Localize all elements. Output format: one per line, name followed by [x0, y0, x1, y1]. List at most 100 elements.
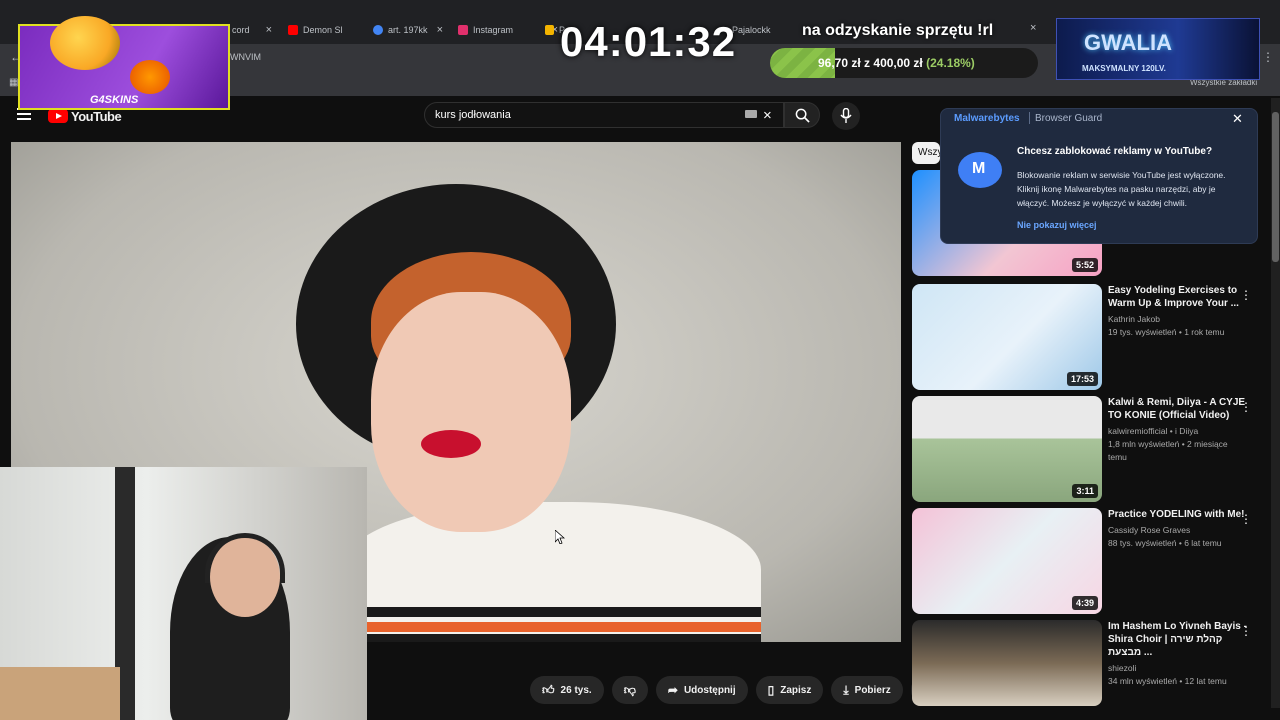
- more-vertical-icon[interactable]: ⋮: [1240, 624, 1252, 638]
- video-frame-stripe: [341, 607, 761, 617]
- tab-label: cord: [232, 25, 250, 35]
- tab-label: Instagram: [473, 25, 514, 35]
- browser-tab[interactable]: Pajalockk: [732, 20, 792, 40]
- video-thumbnail[interactable]: 17:53: [912, 284, 1102, 390]
- keyboard-icon[interactable]: [745, 110, 757, 118]
- recommendation-card[interactable]: 3:11 Kalwi & Remi, Diiya - A CYJE TO KON…: [912, 396, 1272, 502]
- tab-favicon-icon: [545, 25, 554, 35]
- microphone-icon: [840, 108, 852, 123]
- goal-percent: (24.18%): [926, 56, 975, 70]
- more-vertical-icon[interactable]: ⋮: [1262, 50, 1274, 64]
- scrollbar-thumb[interactable]: [1272, 112, 1279, 262]
- sponsor-logo: G4SKINS: [90, 94, 139, 106]
- webcam-desk: [0, 667, 120, 720]
- video-stats: 34 mln wyświetleń • 12 lat temu: [1108, 676, 1227, 686]
- download-label: Pobierz: [854, 684, 891, 696]
- donation-goal-text: 96,70 zł z 400,00 zł (24.18%): [818, 56, 975, 70]
- share-button[interactable]: ➦ Udostępnij: [655, 676, 748, 704]
- search-button[interactable]: [784, 102, 820, 128]
- video-meta: Kalwi & Remi, Diiya - A CYJE TO KONIE (O…: [1108, 396, 1248, 464]
- recommendation-card[interactable]: 4:39 Practice YODELING with Me! Cassidy …: [912, 508, 1272, 614]
- video-title[interactable]: Im Hashem Lo Yivneh Bayis - Shira Choir …: [1108, 620, 1248, 659]
- video-frame-stripe: [341, 634, 761, 642]
- thumbs-up-icon: 👍︎: [542, 682, 555, 697]
- video-frame-lips: [421, 430, 481, 458]
- google-favicon-icon: [373, 25, 383, 35]
- browser-tab[interactable]: art. 197kk: [373, 20, 445, 40]
- more-vertical-icon[interactable]: ⋮: [1240, 400, 1252, 414]
- video-thumbnail[interactable]: 3:11: [912, 396, 1102, 502]
- channel-name[interactable]: Kathrin Jakob: [1108, 313, 1248, 326]
- channel-name[interactable]: kalwiremiofficial • i Diiya: [1108, 425, 1248, 438]
- video-duration: 17:53: [1066, 372, 1098, 386]
- save-button[interactable]: ▯ Zapisz: [755, 676, 824, 704]
- tab-label: art. 197kk: [388, 25, 428, 35]
- video-frame-stripe: [341, 622, 761, 632]
- video-duration: 4:39: [1071, 596, 1098, 610]
- video-title[interactable]: Practice YODELING with Me!: [1108, 508, 1248, 521]
- more-vertical-icon[interactable]: ⋮: [1240, 512, 1252, 526]
- voice-search-button[interactable]: [832, 102, 860, 130]
- video-frame-face: [371, 292, 571, 532]
- tab-label: Pajalockk: [732, 25, 771, 35]
- video-thumbnail[interactable]: [912, 620, 1102, 706]
- donation-goal-title: na odzyskanie sprzętu !rl: [802, 22, 994, 39]
- malwarebytes-shield-icon: M: [958, 152, 1002, 188]
- search-icon: [795, 108, 810, 123]
- browser-tab[interactable]: Instagram ×: [458, 20, 558, 40]
- download-icon: ⤓: [843, 682, 849, 697]
- video-meta: Practice YODELING with Me! Cassidy Rose …: [1108, 508, 1248, 550]
- address-text: WNVIM: [230, 52, 261, 62]
- streamer-webcam: [0, 467, 367, 720]
- video-stats: 88 tys. wyświetleń • 6 lat temu: [1108, 538, 1222, 548]
- search-input[interactable]: kurs jodłowania: [424, 102, 784, 128]
- goal-target: 400,00 zł: [873, 56, 923, 70]
- more-vertical-icon[interactable]: ⋮: [1240, 288, 1252, 302]
- share-label: Udostępnij: [683, 684, 736, 696]
- bookmark-icon: ▯: [767, 683, 775, 697]
- recommendation-card[interactable]: Im Hashem Lo Yivneh Bayis - Shira Choir …: [912, 620, 1272, 706]
- popup-heading: Chcesz zablokować reklamy w YouTube?: [1017, 146, 1213, 157]
- share-arrow-icon: ➦: [667, 683, 678, 697]
- channel-name[interactable]: shiezoli: [1108, 662, 1248, 675]
- like-count: 26 tys.: [560, 684, 592, 696]
- browser-tab[interactable]: cord ×: [232, 20, 272, 40]
- clear-search-icon[interactable]: ×: [763, 107, 772, 124]
- close-icon[interactable]: ×: [1030, 22, 1036, 34]
- video-duration: 5:52: [1071, 258, 1098, 272]
- stream-timer: 04:01:32: [560, 18, 737, 65]
- video-meta: Easy Yodeling Exercises to Warm Up & Imp…: [1108, 284, 1248, 339]
- video-title[interactable]: Kalwi & Remi, Diiya - A CYJE TO KONIE (O…: [1108, 396, 1248, 422]
- close-icon[interactable]: ✕: [1232, 111, 1243, 127]
- video-meta: Im Hashem Lo Yivneh Bayis - Shira Choir …: [1108, 620, 1248, 688]
- recommendation-card[interactable]: 17:53 Easy Yodeling Exercises to Warm Up…: [912, 284, 1272, 390]
- dislike-button[interactable]: 👎︎: [611, 676, 648, 704]
- close-icon[interactable]: ×: [266, 24, 272, 36]
- filter-chip-all[interactable]: Wszy: [912, 142, 940, 164]
- coin-icon: [130, 60, 170, 94]
- youtube-logo[interactable]: YouTube: [48, 108, 122, 124]
- brand-divider: [1029, 112, 1030, 124]
- goal-current: 96,70 zł: [818, 56, 861, 70]
- channel-name[interactable]: Cassidy Rose Graves: [1108, 524, 1248, 537]
- malwarebytes-product: Browser Guard: [1035, 113, 1103, 124]
- video-thumbnail[interactable]: 4:39: [912, 508, 1102, 614]
- video-stats: 19 tys. wyświetleń • 1 rok temu: [1108, 327, 1225, 337]
- video-duration: 3:11: [1072, 484, 1098, 498]
- youtube-favicon-icon: [288, 25, 298, 35]
- video-actions-bar: 👍︎ 26 tys. 👎︎ ➦ Udostępnij ▯ Zapisz ⤓ Po…: [530, 676, 938, 704]
- save-label: Zapisz: [780, 684, 812, 696]
- instagram-favicon-icon: [458, 25, 468, 35]
- youtube-play-icon: [48, 109, 68, 123]
- goal-separator: z: [864, 56, 871, 70]
- malwarebytes-brand: Malwarebytes: [954, 113, 1020, 124]
- download-button[interactable]: ⤓ Pobierz: [831, 676, 903, 704]
- video-title[interactable]: Easy Yodeling Exercises to Warm Up & Imp…: [1108, 284, 1248, 310]
- coin-icon: [50, 16, 120, 70]
- popup-body: Blokowanie reklam w serwisie YouTube jes…: [1017, 170, 1226, 208]
- hamburger-menu-icon[interactable]: [17, 108, 31, 122]
- dont-show-again-link[interactable]: Nie pokazuj więcej: [1017, 220, 1097, 230]
- server-title: GWALIA: [1084, 30, 1172, 55]
- like-button[interactable]: 👍︎ 26 tys.: [530, 676, 604, 704]
- mouse-cursor-icon: [555, 530, 565, 544]
